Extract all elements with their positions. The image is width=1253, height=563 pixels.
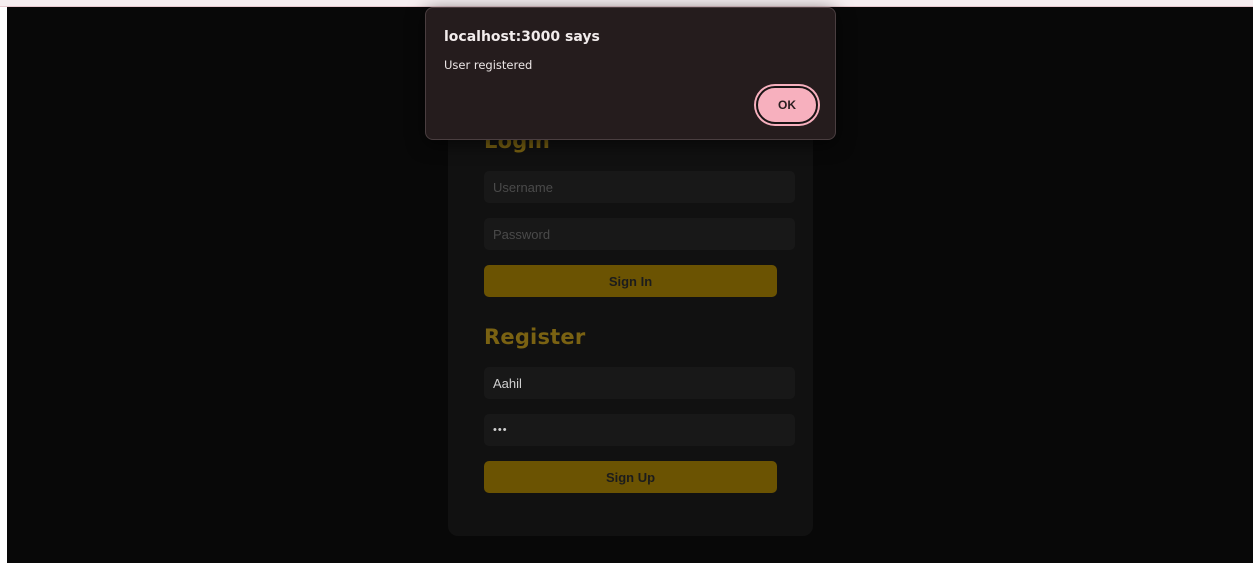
login-username-input[interactable] [484,171,795,203]
register-password-input[interactable] [484,414,795,446]
register-username-input[interactable] [484,367,795,399]
browser-top-edge [0,0,1253,7]
sign-in-button[interactable]: Sign In [484,265,777,297]
dialog-message: User registered [444,58,533,72]
alert-dialog: localhost:3000 says User registered OK [425,7,836,140]
ok-button[interactable]: OK [756,86,818,124]
login-password-input[interactable] [484,218,795,250]
sign-up-button[interactable]: Sign Up [484,461,777,493]
dialog-title: localhost:3000 says [444,29,600,45]
register-heading: Register [484,325,586,349]
auth-card: Login Sign In Register Sign Up [448,107,813,536]
